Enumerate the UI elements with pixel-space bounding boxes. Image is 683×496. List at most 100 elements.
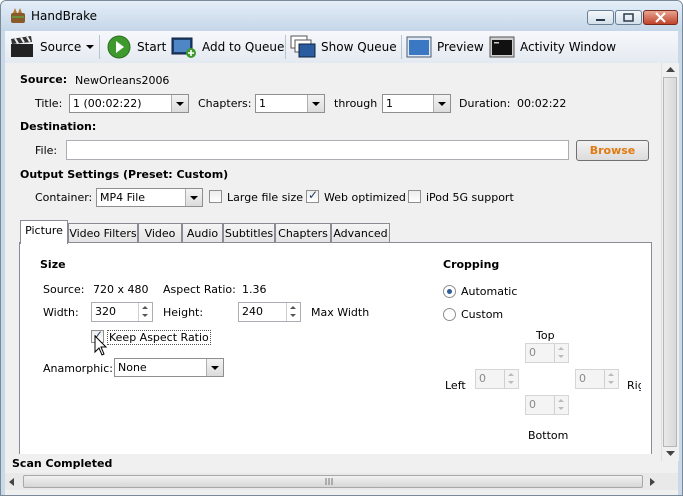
height-stepper[interactable]: 240: [238, 302, 301, 322]
crop-bottom-value: 0: [529, 398, 536, 411]
vertical-scroll-thumb[interactable]: [663, 77, 677, 447]
picture-source-label: Source:: [43, 283, 85, 296]
crop-top-stepper[interactable]: 0: [525, 343, 569, 363]
stepper-arrows-icon[interactable]: [504, 370, 518, 388]
title-select[interactable]: 1 (00:02:22): [69, 94, 189, 113]
width-value: 320: [95, 305, 116, 318]
stepper-arrows-icon[interactable]: [138, 303, 152, 321]
close-button[interactable]: [643, 10, 678, 25]
toolbar: Source Start Add to Queue Show Queue Pre…: [5, 31, 678, 63]
grip-icon: [325, 478, 333, 485]
automatic-radio[interactable]: [443, 285, 456, 298]
chapter-start-value: 1: [259, 97, 266, 110]
source-button[interactable]: Source: [9, 33, 95, 61]
stepper-arrows-icon[interactable]: [554, 396, 568, 414]
show-queue-button[interactable]: Show Queue: [290, 33, 397, 61]
aspect-ratio-value: 1.36: [242, 283, 267, 296]
start-button[interactable]: Start: [106, 33, 166, 61]
custom-radio[interactable]: [443, 308, 456, 321]
minimize-button[interactable]: [587, 10, 614, 25]
picture-source-value: 720 x 480: [93, 283, 149, 296]
tab-audio[interactable]: Audio: [182, 223, 223, 243]
toolbar-separator: [285, 35, 286, 59]
terminal-icon: [489, 36, 515, 58]
maximize-button[interactable]: [615, 10, 642, 25]
keep-aspect-ratio-label: Keep Aspect Ratio: [107, 330, 211, 345]
container-select-value: MP4 File: [100, 191, 146, 204]
add-to-queue-button[interactable]: Add to Queue: [171, 33, 284, 61]
crop-right-stepper[interactable]: 0: [575, 369, 619, 389]
scroll-left-icon[interactable]: [9, 478, 15, 486]
crop-top-value: 0: [529, 346, 536, 359]
width-stepper[interactable]: 320: [91, 302, 153, 322]
size-heading: Size: [40, 258, 66, 271]
large-file-size-checkbox[interactable]: [209, 190, 222, 203]
crop-bottom-stepper[interactable]: 0: [525, 395, 569, 415]
window-title: HandBrake: [31, 9, 98, 23]
duration-label: Duration:: [459, 97, 511, 110]
tab-advanced[interactable]: Advanced: [331, 223, 390, 243]
show-queue-label: Show Queue: [321, 40, 397, 54]
crop-left-stepper[interactable]: 0: [475, 369, 519, 389]
chapter-start-select[interactable]: 1: [255, 94, 325, 113]
toolbar-separator: [401, 35, 402, 59]
chevron-down-icon: [86, 45, 95, 49]
crop-left-value: 0: [479, 372, 486, 385]
play-icon: [107, 35, 131, 59]
minimize-icon: [596, 19, 605, 21]
web-optimized-checkbox[interactable]: [306, 188, 319, 203]
crop-right-label: Rig: [627, 379, 641, 392]
tab-subtitles[interactable]: Subtitles: [223, 223, 275, 243]
scroll-up-icon[interactable]: [666, 67, 675, 73]
handbrake-window: HandBrake Source Start Add to Queue Show…: [0, 0, 683, 496]
tab-video[interactable]: Video: [138, 223, 182, 243]
main-content: Source: NewOrleans2006 Title: 1 (00:02:2…: [5, 63, 679, 495]
web-optimized-label: Web optimized: [324, 191, 406, 204]
width-label: Width:: [43, 306, 79, 319]
activity-window-label: Activity Window: [520, 40, 617, 54]
aspect-ratio-label: Aspect Ratio:: [163, 283, 236, 296]
crop-left-label: Left: [445, 379, 466, 392]
container-label: Container:: [35, 191, 93, 204]
tab-video-filters[interactable]: Video Filters: [68, 223, 138, 243]
handbrake-logo-icon: [11, 8, 25, 23]
status-text: Scan Completed: [12, 457, 113, 470]
chevron-down-icon: [171, 95, 188, 112]
start-label: Start: [137, 40, 167, 54]
custom-label: Custom: [461, 308, 504, 321]
chevron-down-icon: [206, 359, 223, 376]
ipod-5g-support-checkbox[interactable]: [408, 190, 421, 203]
scroll-down-icon[interactable]: [666, 451, 675, 457]
tab-chapters[interactable]: Chapters: [275, 223, 331, 243]
add-to-queue-label: Add to Queue: [202, 40, 285, 54]
browse-button[interactable]: Browse: [576, 140, 649, 161]
preview-icon: [406, 36, 432, 58]
crop-bottom-label: Bottom: [528, 429, 569, 442]
height-label: Height:: [163, 306, 204, 319]
add-to-queue-icon: [171, 37, 196, 58]
scroll-right-icon[interactable]: [650, 478, 656, 486]
activity-window-button[interactable]: Activity Window: [489, 33, 616, 61]
vertical-scrollbar[interactable]: [661, 63, 679, 461]
file-label: File:: [35, 144, 58, 157]
horizontal-scrollbar[interactable]: [5, 473, 678, 490]
file-path-input[interactable]: [66, 140, 569, 160]
chapters-label: Chapters:: [198, 97, 252, 110]
chapter-end-value: 1: [386, 97, 393, 110]
chapter-end-select[interactable]: 1: [382, 94, 451, 113]
stepper-arrows-icon[interactable]: [286, 303, 300, 321]
container-select[interactable]: MP4 File: [96, 188, 203, 207]
close-icon: [655, 12, 666, 23]
tab-picture[interactable]: Picture: [20, 220, 68, 244]
through-label: through: [334, 97, 378, 110]
anamorphic-select-value: None: [118, 361, 147, 374]
anamorphic-label: Anamorphic:: [43, 362, 113, 375]
title-select-value: 1 (00:02:22): [73, 97, 142, 110]
stepper-arrows-icon[interactable]: [554, 344, 568, 362]
output-settings-heading: Output Settings (Preset: Custom): [20, 168, 229, 181]
preview-button[interactable]: Preview: [406, 33, 484, 61]
chevron-down-icon: [307, 95, 324, 112]
stepper-arrows-icon[interactable]: [604, 370, 618, 388]
anamorphic-select[interactable]: None: [114, 358, 224, 377]
ipod-5g-support-label: iPod 5G support: [426, 191, 514, 204]
